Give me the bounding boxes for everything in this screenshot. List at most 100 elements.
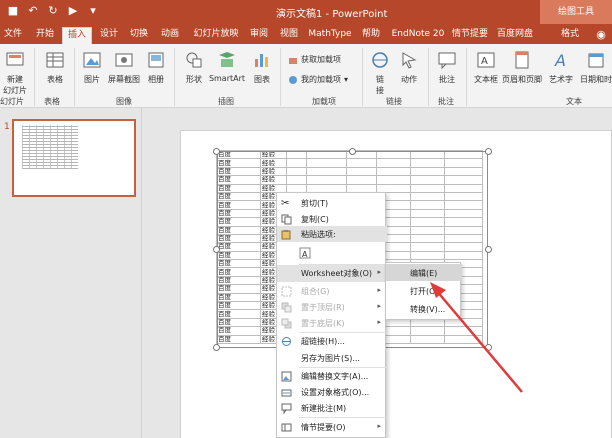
album-icon [148,52,164,68]
tab-review[interactable]: 审阅 [246,27,272,44]
lightbulb-icon[interactable]: ◉ [594,27,608,44]
comment-icon [438,52,456,70]
tab-transitions[interactable]: 切换 [126,27,152,44]
menu-item-copy[interactable]: 复制(C) [277,211,387,227]
menu-item-edit-alt-text[interactable]: 编辑替换文字(A)... [277,368,387,384]
tab-design[interactable]: 设计 [96,27,122,44]
worksheet-cell: 经验 [260,166,287,177]
tab-insert[interactable]: 插入 [62,27,92,44]
submenu-item-edit[interactable]: 编辑(E) [386,264,462,281]
document-title: 演示文稿1 - PowerPoint [276,9,388,20]
tab-home[interactable]: 开始 [30,27,60,44]
header-footer-button[interactable]: 页眉和页脚 [502,50,542,85]
contextual-tab-drawing-tools: 绘图工具 [540,0,612,24]
worksheet-cell: 百度 [216,225,261,235]
action-button[interactable]: 动作 [396,50,422,85]
worksheet-row: 百度 经验 [216,175,483,185]
chevron-right-icon: ▸ [377,268,381,276]
worksheet-cell: 百度 [216,309,261,319]
tab-animations[interactable]: 动画 [156,27,184,44]
worksheet-cell [306,149,347,160]
shapes-icon [186,52,202,68]
redo-icon[interactable]: ↻ [46,4,60,18]
tab-baidu-netdisk[interactable]: 百度网盘 [494,27,536,44]
addins-icon [289,75,297,84]
tab-mathtype[interactable]: MathType [306,27,354,44]
paste-as-text-option[interactable]: A [277,243,387,263]
chart-button[interactable]: 图表 [250,50,274,85]
customize-qat-icon[interactable]: ▾ [86,4,100,18]
storyboard-icon [281,423,292,432]
worksheet-cell [306,175,347,185]
tab-slideshow[interactable]: 幻灯片放映 [188,27,244,44]
worksheet-cell [410,326,445,336]
worksheet-cell [286,149,307,160]
worksheet-cell: 百度 [216,149,261,160]
my-addins-button[interactable]: 我的加载项 ▾ [288,74,348,85]
worksheet-cell [286,158,307,168]
datetime-button[interactable]: 日期和时 [580,50,612,85]
smartart-button[interactable]: SmartArt [208,50,246,83]
menu-separator [299,417,387,418]
textbox-button[interactable]: A 文本框 [472,50,500,85]
resize-handle[interactable] [213,148,220,155]
resize-handle[interactable] [485,246,492,253]
worksheet-cell [376,149,411,160]
menu-item-new-comment[interactable]: 新建批注(M) [277,400,387,416]
worksheet-cell: 百度 [216,334,261,345]
svg-text:A: A [302,250,308,259]
menu-item-group[interactable]: 组合(G) ▸ [277,283,387,299]
worksheet-cell [306,166,347,177]
worksheet-cell [410,175,445,185]
link-button[interactable]: 链 接 [368,50,392,96]
menu-item-save-as-picture[interactable]: 另存为图片(S)... [277,350,387,366]
group-label-tables: 表格 [44,97,60,106]
tab-view[interactable]: 视图 [276,27,302,44]
comment-button[interactable]: 批注 [434,50,460,85]
menu-item-format-object[interactable]: 设置对象格式(O)... [277,384,387,400]
album-button[interactable]: 相册 [144,50,168,85]
submenu-item-convert[interactable]: 转换(V)... [386,300,462,317]
resize-handle[interactable] [213,344,220,351]
header-footer-icon [515,51,529,69]
group-label-comments: 批注 [438,97,454,106]
menu-item-bring-to-front[interactable]: 置于顶层(R) ▸ [277,299,387,315]
new-slide-button[interactable]: 新建 幻灯片 [2,50,28,96]
resize-handle[interactable] [485,344,492,351]
worksheet-cell [410,149,445,160]
picture-button[interactable]: 图片 [80,50,104,85]
table-button[interactable]: 表格 [42,50,68,85]
present-icon[interactable]: ▶ [66,4,80,18]
shapes-button[interactable]: 形状 [182,50,206,85]
resize-handle[interactable] [349,148,356,155]
picture-icon [83,52,101,68]
menu-item-cut[interactable]: ✂ 剪切(T) [277,195,387,211]
menu-item-send-to-back[interactable]: 置于底层(K) ▸ [277,315,387,331]
thumbnail-table-preview [22,125,78,169]
worksheet-cell: 百度 [216,158,261,168]
save-icon[interactable]: ■ [6,4,20,18]
group-separator [466,48,467,106]
worksheet-cell [410,225,445,235]
wordart-button[interactable]: A 艺术字 [544,50,578,85]
resize-handle[interactable] [213,246,220,253]
undo-icon[interactable]: ↶ [26,4,40,18]
table-icon [46,52,64,68]
worksheet-cell: 百度 [216,166,261,177]
worksheet-cell [410,217,445,227]
tab-help[interactable]: 帮助 [358,27,384,44]
tab-storyboard[interactable]: 情节提要 [450,27,490,44]
menu-item-worksheet-object[interactable]: Worksheet对象(O) ▸ [277,265,387,282]
submenu-item-open[interactable]: 打开(O) [386,282,462,299]
tab-format[interactable]: 格式 [556,27,584,44]
menu-item-storyboard[interactable]: 情节提要(O) ▸ [277,419,387,435]
menu-item-hyperlink[interactable]: 超链接(H)... [277,333,387,349]
get-addins-button[interactable]: 获取加载项 [288,54,341,65]
group-icon [281,286,292,297]
worksheet-cell [444,250,483,261]
resize-handle[interactable] [485,148,492,155]
tab-endnote[interactable]: EndNote 20 [390,27,446,44]
tab-file[interactable]: 文件 [0,27,26,44]
screenshot-button[interactable]: 屏幕截图 [106,50,142,85]
slide-thumbnail[interactable] [12,119,136,197]
